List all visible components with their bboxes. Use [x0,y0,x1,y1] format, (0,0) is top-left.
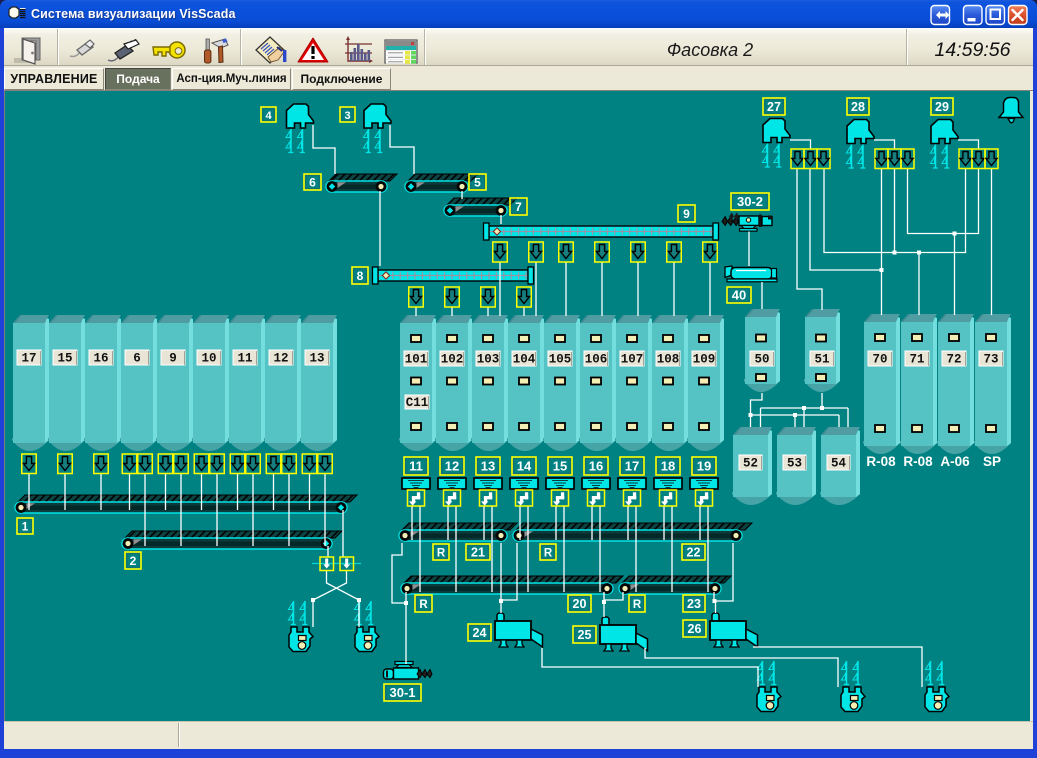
svg-text:70: 70 [872,353,887,367]
svg-text:27: 27 [767,100,781,114]
svg-text:23: 23 [687,597,701,611]
svg-text:12: 12 [273,352,288,366]
svg-text:26: 26 [688,622,702,636]
svg-text:6: 6 [309,175,316,189]
svg-text:15: 15 [553,458,567,473]
svg-text:19: 19 [697,458,711,473]
svg-text:R: R [544,547,553,559]
svg-text:14: 14 [517,458,532,473]
svg-text:30-2: 30-2 [737,194,763,209]
svg-text:6: 6 [133,352,141,366]
svg-text:104: 104 [513,353,536,367]
svg-text:17: 17 [625,458,639,473]
svg-text:R: R [633,599,642,611]
svg-text:7: 7 [515,200,522,214]
svg-text:9: 9 [683,207,690,221]
svg-text:103: 103 [477,353,500,367]
svg-text:A-06: A-06 [940,454,970,469]
svg-text:25: 25 [578,628,592,642]
svg-text:22: 22 [687,545,701,559]
svg-text:53: 53 [787,457,802,471]
svg-text:8: 8 [357,269,364,283]
svg-text:40: 40 [732,287,746,302]
svg-text:29: 29 [935,100,949,114]
svg-text:13: 13 [309,352,324,366]
svg-text:R: R [419,599,428,611]
svg-text:21: 21 [471,545,485,559]
svg-text:17: 17 [21,352,36,366]
svg-text:109: 109 [693,353,716,367]
svg-text:105: 105 [549,353,572,367]
svg-text:5: 5 [474,175,481,189]
svg-text:16: 16 [589,458,603,473]
svg-text:2: 2 [130,554,137,568]
svg-text:20: 20 [573,597,587,611]
svg-text:1: 1 [22,519,29,533]
svg-text:10: 10 [201,352,216,366]
svg-text:73: 73 [983,353,998,367]
svg-text:102: 102 [441,353,464,367]
svg-text:18: 18 [661,458,675,473]
svg-text:SP: SP [983,454,1001,469]
svg-text:72: 72 [946,353,961,367]
svg-text:54: 54 [831,457,847,471]
svg-text:24: 24 [473,626,487,640]
svg-text:101: 101 [405,353,428,367]
svg-text:52: 52 [743,457,758,471]
svg-text:C11: C11 [406,396,429,410]
svg-text:51: 51 [814,353,829,367]
svg-text:15: 15 [57,352,72,366]
svg-text:11: 11 [237,352,252,366]
svg-text:107: 107 [621,353,644,367]
svg-text:R-08: R-08 [903,454,933,469]
svg-text:13: 13 [481,458,495,473]
svg-text:9: 9 [169,352,177,366]
svg-text:71: 71 [909,353,924,367]
svg-text:108: 108 [657,353,680,367]
svg-text:R-08: R-08 [866,454,896,469]
svg-text:106: 106 [585,353,608,367]
svg-text:16: 16 [93,352,108,366]
svg-text:50: 50 [754,353,769,367]
svg-text:R: R [437,547,446,559]
svg-text:4: 4 [265,110,272,122]
svg-text:30-1: 30-1 [389,685,415,700]
svg-text:3: 3 [344,110,350,122]
svg-text:11: 11 [409,458,423,473]
svg-text:28: 28 [851,100,865,114]
svg-text:12: 12 [445,458,459,473]
